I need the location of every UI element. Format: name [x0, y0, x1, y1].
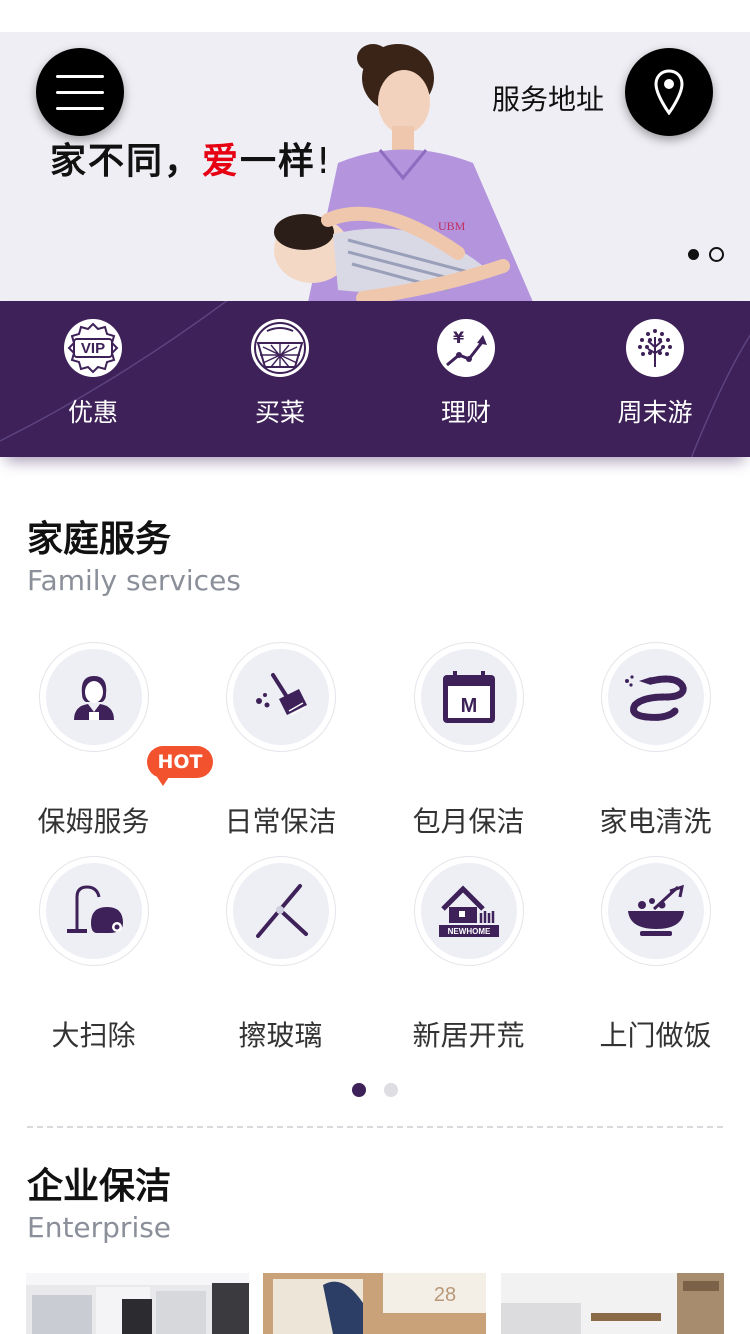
tree-icon	[626, 319, 684, 377]
hot-badge: HOT	[147, 746, 213, 786]
service-address-button[interactable]	[625, 48, 713, 136]
service-deep-cleaning[interactable]: 大扫除	[0, 856, 187, 1054]
service-appliance-cleaning[interactable]: 家电清洗	[562, 642, 749, 840]
finance-chart-icon: ¥	[437, 319, 495, 377]
location-pin-icon	[654, 69, 684, 115]
hamburger-icon	[56, 74, 104, 78]
enterprise-title: 企业保洁	[27, 1166, 172, 1207]
service-home-cooking[interactable]: 上门做饭	[562, 856, 749, 1054]
svg-text:NEWHOME: NEWHOME	[447, 927, 490, 936]
nanny-icon	[73, 676, 114, 720]
basket-icon	[251, 319, 309, 377]
svg-text:VIP: VIP	[81, 340, 105, 357]
services-pagination	[352, 1083, 398, 1097]
family-services-title: 家庭服务	[27, 519, 172, 560]
service-new-home-cleaning[interactable]: NEWHOME 新居开荒	[375, 856, 562, 1054]
enterprise-thumb-desk[interactable]: 28	[263, 1273, 486, 1334]
section-divider	[27, 1126, 723, 1128]
service-monthly-cleaning[interactable]: M 包月保洁	[375, 642, 562, 840]
squeegee-icon	[255, 884, 308, 938]
services-page-dot-active[interactable]	[352, 1083, 366, 1097]
svg-text:UBM: UBM	[438, 219, 466, 233]
service-address-label[interactable]: 服务地址	[492, 78, 604, 118]
enterprise-thumb-office[interactable]	[26, 1273, 249, 1334]
svg-text:M: M	[460, 695, 477, 717]
banner-dot-active[interactable]	[688, 249, 699, 260]
family-services-subtitle: Family services	[27, 564, 241, 597]
quick-access-bar: VIP 优惠 买菜 ¥ 理财 周末游	[0, 301, 750, 457]
quick-item-finance[interactable]: ¥ 理财	[396, 319, 536, 429]
vacuum-icon	[66, 885, 123, 933]
banner-slogan: 家不同，爱一样!	[50, 141, 333, 182]
service-nanny[interactable]: 保姆服务	[0, 642, 187, 840]
broom-icon	[255, 673, 307, 716]
quick-item-vip[interactable]: VIP 优惠	[23, 319, 163, 429]
svg-text:¥: ¥	[453, 328, 464, 347]
enterprise-subtitle: Enterprise	[27, 1211, 172, 1244]
services-page-dot[interactable]	[384, 1083, 398, 1097]
banner-dot[interactable]	[709, 247, 724, 262]
quick-item-weekend-trip[interactable]: 周末游	[585, 319, 725, 429]
banner-pagination	[688, 247, 724, 262]
service-window-cleaning[interactable]: 擦玻璃	[187, 856, 374, 1054]
calendar-icon: M	[442, 671, 495, 723]
quick-item-groceries[interactable]: 买菜	[210, 319, 350, 429]
hero-banner[interactable]: UBM 家不同，爱一样! 服务地址	[0, 32, 750, 302]
new-home-icon: NEWHOME	[438, 885, 499, 937]
enterprise-thumb-interior[interactable]	[501, 1273, 724, 1334]
menu-button[interactable]	[36, 48, 124, 136]
cooking-bowl-icon	[627, 884, 684, 936]
service-daily-cleaning[interactable]: 日常保洁	[187, 642, 374, 840]
hose-icon	[624, 675, 687, 721]
svg-text:28: 28	[434, 1284, 456, 1306]
vip-badge-icon: VIP	[64, 319, 122, 377]
